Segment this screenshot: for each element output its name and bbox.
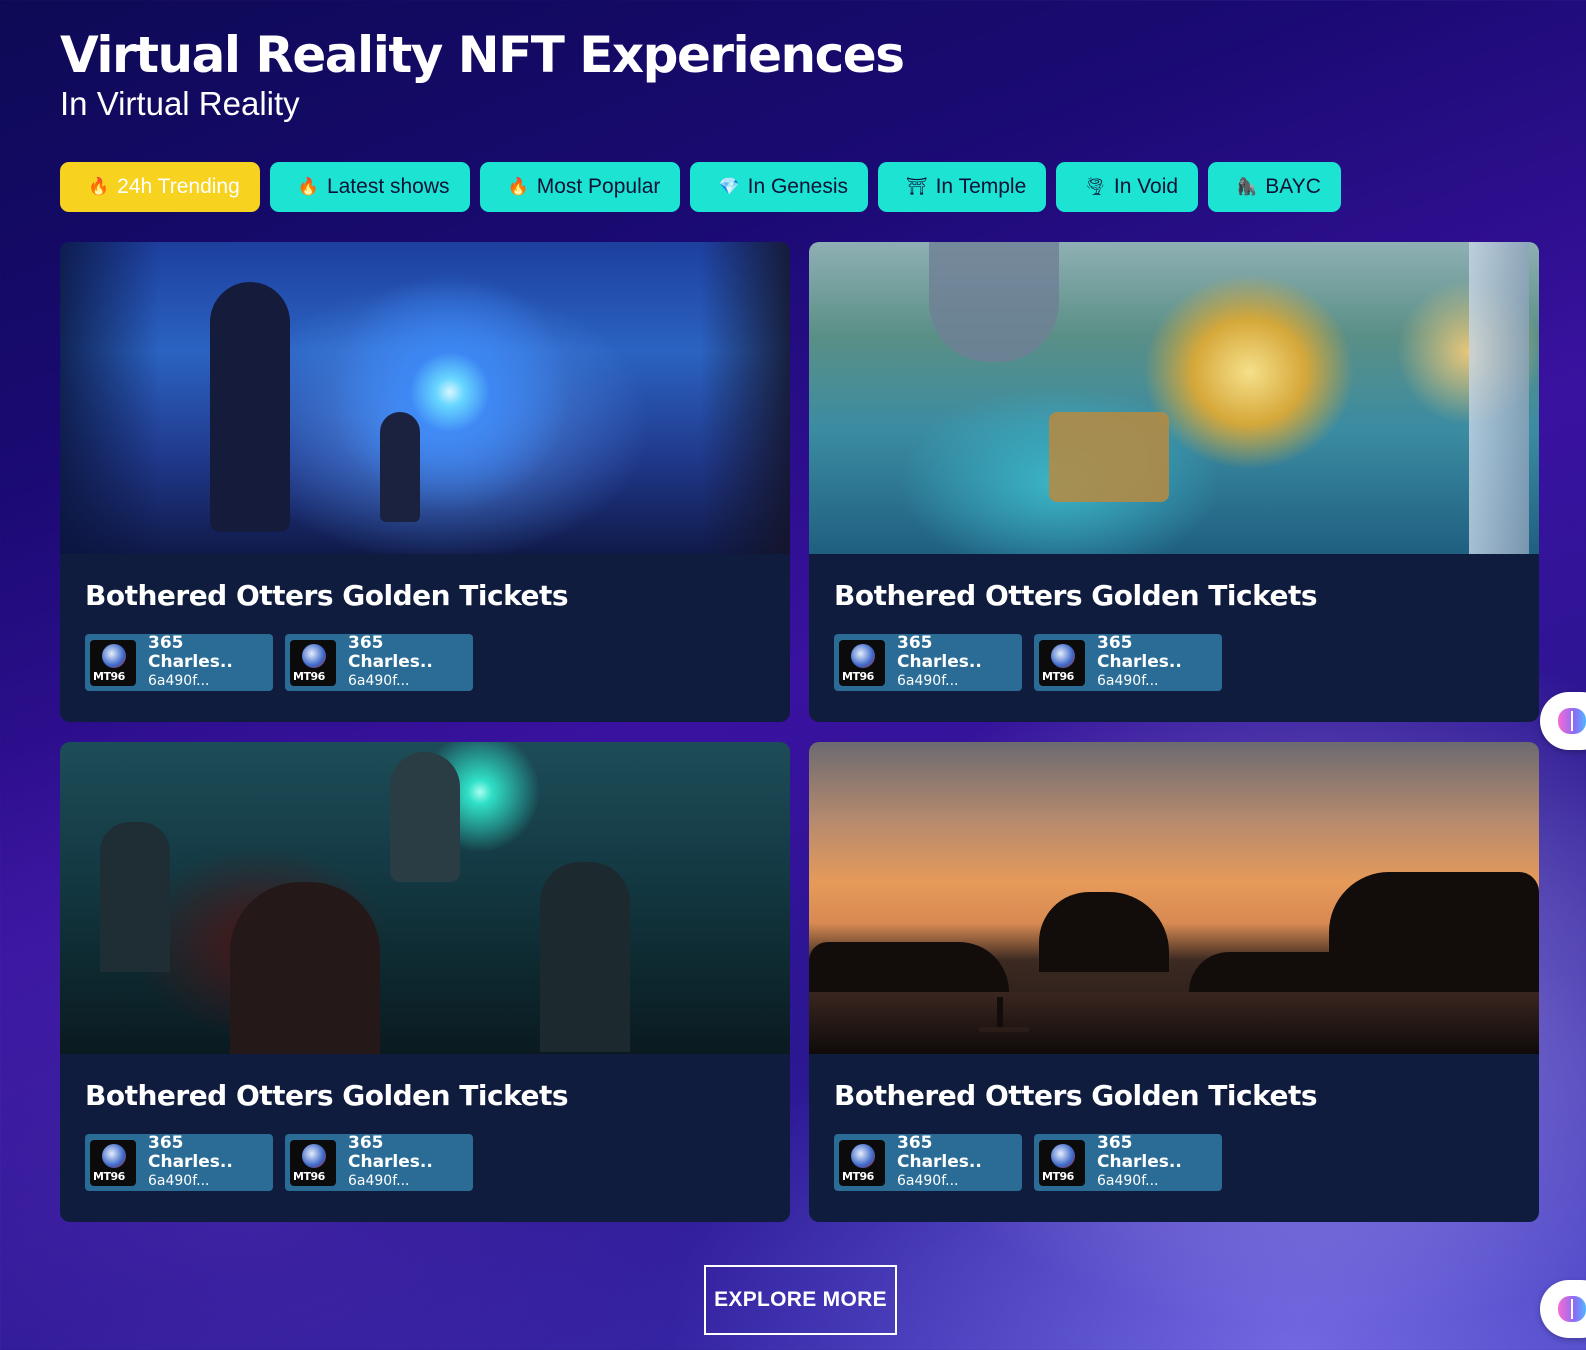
sunset-sea-artwork (809, 742, 1539, 1054)
experience-card[interactable]: Bothered Otters Golden Tickets MT96 365 … (60, 742, 790, 1222)
filter-bar: 🔥 24h Trending 🔥 Latest shows 🔥 Most Pop… (60, 162, 1341, 212)
creator-name: 365 Charles.. (1097, 633, 1182, 672)
tornado-icon: 🌪 (1084, 177, 1106, 197)
filter-label: BAYC (1265, 175, 1321, 198)
filter-label: In Genesis (747, 175, 848, 198)
creator-name: 365 Charles.. (148, 1133, 233, 1172)
creator-list: MT96 365 Charles.. 6a490f... MT96 365 Ch… (85, 634, 473, 691)
creator-chip[interactable]: MT96 365 Charles.. 6a490f... (834, 634, 1022, 691)
filter-label: Latest shows (326, 175, 450, 198)
creator-address: 6a490f... (897, 673, 959, 689)
avatar: MT96 (1039, 1139, 1085, 1186)
ai-assistant-button[interactable] (1540, 692, 1586, 750)
filter-chip-in-genesis[interactable]: 💎 In Genesis (690, 162, 868, 212)
experience-card[interactable]: Bothered Otters Golden Tickets MT96 365 … (809, 742, 1539, 1222)
card-title: Bothered Otters Golden Tickets (85, 1079, 569, 1112)
explore-more-button[interactable]: EXPLORE MORE (704, 1265, 897, 1335)
creator-name: 365 Charles.. (348, 1133, 433, 1172)
filter-label: Most Popular (536, 175, 661, 198)
experience-card[interactable]: Bothered Otters Golden Tickets MT96 365 … (809, 242, 1539, 722)
card-title: Bothered Otters Golden Tickets (834, 579, 1318, 612)
page-title: Virtual Reality NFT Experiences (60, 26, 905, 84)
avatar: MT96 (839, 639, 885, 686)
creator-address: 6a490f... (348, 1173, 410, 1189)
filter-chip-bayc[interactable]: 🦍 BAYC (1208, 162, 1341, 212)
filter-chip-24h-trending[interactable]: 🔥 24h Trending (60, 162, 260, 212)
fire-icon: 🔥 (507, 177, 529, 197)
creator-address: 6a490f... (348, 673, 410, 689)
ai-assistant-button[interactable] (1540, 1280, 1586, 1338)
creator-list: MT96 365 Charles.. 6a490f... MT96 365 Ch… (834, 1134, 1222, 1191)
futuristic-city-artwork (809, 242, 1539, 554)
creator-chip[interactable]: MT96 365 Charles.. 6a490f... (85, 1134, 273, 1191)
gem-icon: 💎 (718, 177, 740, 197)
fire-icon: 🔥 (297, 177, 319, 197)
filter-label: 24h Trending (117, 175, 240, 198)
avatar: MT96 (290, 1139, 336, 1186)
creator-name: 365 Charles.. (897, 633, 982, 672)
card-title: Bothered Otters Golden Tickets (85, 579, 569, 612)
avatar: MT96 (90, 639, 136, 686)
filter-label: In Void (1113, 175, 1179, 198)
temple-icon: ⛩ (906, 177, 928, 197)
avatar: MT96 (1039, 639, 1085, 686)
filter-chip-most-popular[interactable]: 🔥 Most Popular (479, 162, 681, 212)
vr-fantasy-portal-artwork (60, 242, 790, 554)
experience-grid: Bothered Otters Golden Tickets MT96 365 … (60, 242, 1539, 1222)
experience-card[interactable]: Bothered Otters Golden Tickets MT96 365 … (60, 242, 790, 722)
zombie-wizard-artwork (60, 742, 790, 1054)
card-title: Bothered Otters Golden Tickets (834, 1079, 1318, 1112)
creator-chip[interactable]: MT96 365 Charles.. 6a490f... (1034, 1134, 1222, 1191)
creator-name: 365 Charles.. (897, 1133, 982, 1172)
brain-icon (1558, 708, 1586, 734)
creator-address: 6a490f... (1097, 673, 1159, 689)
creator-chip[interactable]: MT96 365 Charles.. 6a490f... (85, 634, 273, 691)
fire-icon: 🔥 (88, 177, 110, 197)
creator-address: 6a490f... (1097, 1173, 1159, 1189)
creator-name: 365 Charles.. (348, 633, 433, 672)
creator-chip[interactable]: MT96 365 Charles.. 6a490f... (285, 634, 473, 691)
creator-chip[interactable]: MT96 365 Charles.. 6a490f... (1034, 634, 1222, 691)
creator-address: 6a490f... (897, 1173, 959, 1189)
creator-address: 6a490f... (148, 1173, 210, 1189)
filter-label: In Temple (935, 175, 1027, 198)
creator-list: MT96 365 Charles.. 6a490f... MT96 365 Ch… (834, 634, 1222, 691)
avatar: MT96 (290, 639, 336, 686)
creator-list: MT96 365 Charles.. 6a490f... MT96 365 Ch… (85, 1134, 473, 1191)
page-heading: Virtual Reality NFT Experiences In Virtu… (60, 26, 905, 124)
filter-chip-latest-shows[interactable]: 🔥 Latest shows (269, 162, 470, 212)
creator-chip[interactable]: MT96 365 Charles.. 6a490f... (834, 1134, 1022, 1191)
filter-chip-in-temple[interactable]: ⛩ In Temple (878, 162, 1047, 212)
filter-chip-in-void[interactable]: 🌪 In Void (1056, 162, 1199, 212)
avatar: MT96 (90, 1139, 136, 1186)
creator-name: 365 Charles.. (1097, 1133, 1182, 1172)
creator-chip[interactable]: MT96 365 Charles.. 6a490f... (285, 1134, 473, 1191)
avatar: MT96 (839, 1139, 885, 1186)
brain-icon (1558, 1296, 1586, 1322)
creator-address: 6a490f... (148, 673, 210, 689)
creator-name: 365 Charles.. (148, 633, 233, 672)
page-subtitle: In Virtual Reality (60, 85, 300, 122)
ape-icon: 🦍 (1236, 177, 1258, 197)
